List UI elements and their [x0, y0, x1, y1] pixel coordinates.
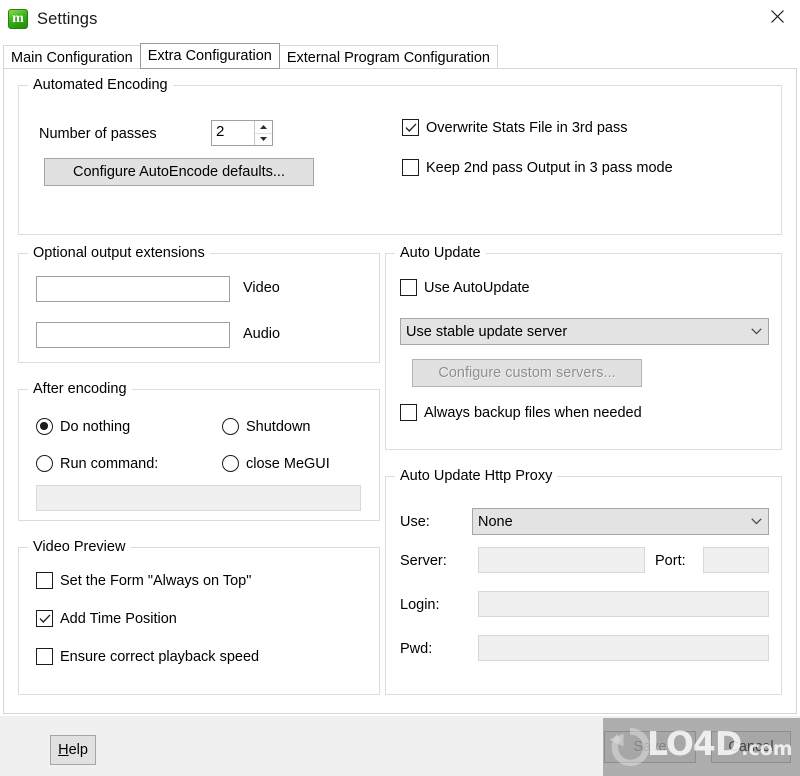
checkbox-box [400, 279, 417, 296]
audio-extension-input[interactable] [36, 322, 230, 348]
radio-shutdown[interactable]: Shutdown [222, 418, 311, 435]
proxy-use-combo-value: None [478, 513, 513, 530]
checkbox-box [36, 572, 53, 589]
proxy-port-label: Port: [655, 553, 686, 569]
audio-extension-label: Audio [243, 326, 281, 342]
checkbox-always-backup-files[interactable]: Always backup files when needed [400, 404, 642, 421]
group-video-preview-label: Video Preview [28, 539, 131, 555]
video-extension-label: Video [243, 280, 280, 296]
save-button[interactable]: Save [604, 731, 696, 763]
group-after-encoding: After encoding Do nothing Shutdown Run c… [18, 381, 380, 521]
checkbox-use-autoupdate[interactable]: Use AutoUpdate [400, 279, 530, 296]
tab-external-program-configuration[interactable]: External Program Configuration [278, 45, 498, 69]
proxy-use-label: Use: [400, 514, 430, 530]
close-icon[interactable] [754, 0, 800, 32]
proxy-server-input[interactable] [478, 547, 645, 573]
number-of-passes-label: Number of passes [39, 126, 157, 142]
tab-extra-configuration[interactable]: Extra Configuration [139, 43, 280, 69]
radio-circle [36, 455, 53, 472]
group-http-proxy-label: Auto Update Http Proxy [395, 468, 558, 484]
cancel-button[interactable]: Cancel [711, 731, 791, 763]
checkbox-label: Always backup files when needed [424, 404, 642, 421]
proxy-pwd-label: Pwd: [400, 641, 433, 657]
configure-custom-servers-button[interactable]: Configure custom servers... [412, 359, 642, 387]
help-label-rest: elp [68, 742, 88, 758]
tab-main-configuration[interactable]: Main Configuration [3, 45, 141, 69]
group-after-encoding-label: After encoding [28, 381, 132, 397]
proxy-port-input[interactable] [703, 547, 769, 573]
app-icon: m [8, 9, 28, 29]
checkbox-box [402, 119, 419, 136]
radio-do-nothing[interactable]: Do nothing [36, 418, 130, 435]
checkbox-box [400, 404, 417, 421]
proxy-pwd-input[interactable] [478, 635, 769, 661]
group-auto-update-label: Auto Update [395, 245, 486, 261]
group-auto-update-http-proxy: Auto Update Http Proxy Use: None Server:… [385, 468, 782, 695]
help-accelerator: H [58, 742, 69, 758]
checkbox-label: Keep 2nd pass Output in 3 pass mode [426, 159, 673, 176]
group-video-preview: Video Preview Set the Form "Always on To… [18, 539, 380, 695]
proxy-server-label: Server: [400, 553, 447, 569]
chevron-down-icon[interactable] [744, 328, 768, 335]
checkbox-label: Ensure correct playback speed [60, 648, 260, 665]
proxy-login-label: Login: [400, 597, 440, 613]
group-automated-encoding: Automated Encoding Number of passes 2 Co… [18, 77, 782, 235]
update-server-combo[interactable]: Use stable update server [400, 318, 769, 345]
help-button[interactable]: Help [50, 735, 96, 765]
radio-circle [222, 455, 239, 472]
group-optional-output-extensions-label: Optional output extensions [28, 245, 210, 261]
checkbox-add-time-position[interactable]: Add Time Position [36, 610, 177, 627]
radio-circle [36, 418, 53, 435]
radio-circle [222, 418, 239, 435]
number-of-passes-value: 2 [216, 123, 225, 140]
checkbox-box [36, 610, 53, 627]
checkbox-ensure-playback-speed[interactable]: Ensure correct playback speed [36, 648, 259, 665]
run-command-input[interactable] [36, 485, 361, 511]
checkbox-box [402, 159, 419, 176]
number-of-passes-stepper[interactable]: 2 [211, 120, 273, 146]
checkbox-box [36, 648, 53, 665]
stepper-buttons[interactable] [254, 121, 272, 145]
tab-page-extra-configuration: Automated Encoding Number of passes 2 Co… [3, 68, 797, 714]
checkbox-label: Set the Form "Always on Top" [60, 572, 252, 589]
radio-run-command[interactable]: Run command: [36, 455, 158, 472]
check-icon [405, 122, 416, 132]
checkbox-label: Add Time Position [60, 610, 177, 627]
radio-label: Run command: [60, 455, 159, 472]
radio-label: Shutdown [246, 418, 311, 435]
title-bar: m Settings [0, 0, 800, 38]
proxy-login-input[interactable] [478, 591, 769, 617]
checkbox-overwrite-stats-file[interactable]: Overwrite Stats File in 3rd pass [402, 119, 627, 136]
checkbox-keep-2nd-pass-output[interactable]: Keep 2nd pass Output in 3 pass mode [402, 159, 673, 176]
window-title: Settings [37, 9, 98, 28]
group-optional-output-extensions: Optional output extensions Video Audio [18, 245, 380, 363]
checkbox-always-on-top[interactable]: Set the Form "Always on Top" [36, 572, 251, 589]
radio-label: close MeGUI [246, 455, 330, 472]
radio-close-megui[interactable]: close MeGUI [222, 455, 330, 472]
group-auto-update: Auto Update Use AutoUpdate Use stable up… [385, 245, 782, 450]
stepper-down-icon[interactable] [255, 134, 272, 146]
update-server-combo-value: Use stable update server [406, 323, 568, 340]
checkbox-label: Overwrite Stats File in 3rd pass [426, 119, 628, 136]
proxy-use-combo[interactable]: None [472, 508, 769, 535]
check-icon [39, 613, 50, 623]
stepper-up-icon[interactable] [255, 121, 272, 134]
group-automated-encoding-label: Automated Encoding [28, 77, 173, 93]
app-icon-glyph: m [12, 11, 24, 26]
configure-autoencode-defaults-button[interactable]: Configure AutoEncode defaults... [44, 158, 314, 186]
radio-label: Do nothing [60, 418, 131, 435]
checkbox-label: Use AutoUpdate [424, 279, 530, 296]
tab-strip: Main Configuration Extra Configuration E… [3, 43, 797, 69]
video-extension-input[interactable] [36, 276, 230, 302]
chevron-down-icon[interactable] [744, 518, 768, 525]
